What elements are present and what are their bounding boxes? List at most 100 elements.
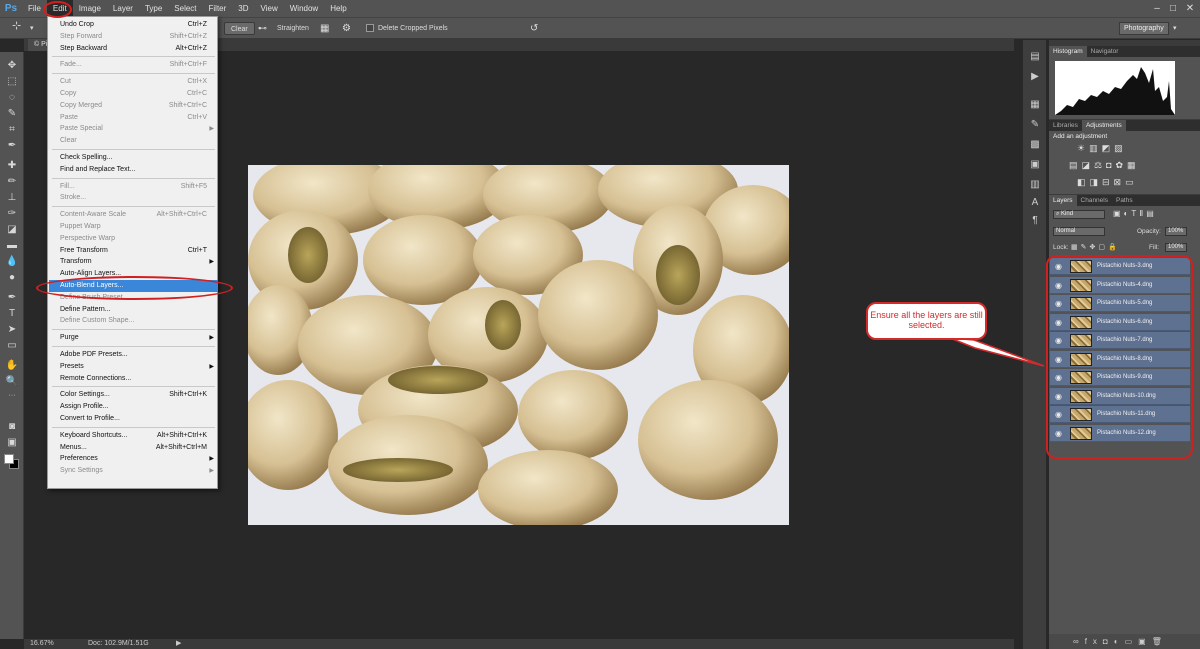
menu-select[interactable]: Select — [168, 0, 202, 17]
more-tools-icon[interactable]: ··· — [5, 388, 19, 402]
layer-filter-select[interactable]: ⌕ Kind — [1053, 210, 1105, 219]
dodge-tool-icon[interactable]: ● — [5, 270, 19, 284]
menu-item-content-aware-scale[interactable]: Content-Aware Scale Alt+Shift+Ctrl+C — [49, 209, 218, 221]
screen-mode-icon[interactable]: ▣ — [5, 435, 19, 449]
clear-button[interactable]: Clear — [224, 22, 255, 35]
clone-stamp-icon[interactable]: ⊥ — [5, 190, 19, 204]
workspace-select[interactable]: Photography — [1119, 22, 1169, 35]
menu-item-define-custom-shape[interactable]: Define Custom Shape... — [49, 315, 218, 327]
maximize-button[interactable]: □ — [1166, 0, 1180, 17]
crop-tool-icon[interactable]: ⌗ — [5, 122, 19, 136]
brush-panel-icon[interactable]: ✎ — [1028, 118, 1042, 132]
tab-adjustments[interactable]: Adjustments — [1081, 120, 1126, 131]
layers-footer-icons[interactable]: ∞fx◘◐▭▣🗑 — [1049, 634, 1200, 649]
layer-filter-icons[interactable]: ▣◐TⅡ▤ — [1113, 209, 1157, 218]
eyedropper-icon[interactable]: ✒ — [5, 138, 19, 152]
close-button[interactable]: ✕ — [1183, 0, 1197, 17]
menu-item-color-settings[interactable]: Color Settings... Shift+Ctrl+K — [49, 389, 218, 401]
blur-tool-icon[interactable]: 💧 — [5, 254, 19, 268]
lock-icons[interactable]: ▦✎✥▢🔒 — [1071, 243, 1120, 251]
blend-mode-select[interactable]: Normal — [1053, 227, 1105, 236]
menu-item-transform[interactable]: Transform ▶ — [49, 256, 218, 268]
adjustment-icons-row3[interactable]: ◧◨⊟⊠▭ — [1077, 177, 1138, 188]
tab-layers[interactable]: Layers — [1049, 195, 1077, 206]
actions-icon[interactable]: ▶ — [1028, 70, 1042, 84]
minimize-button[interactable]: – — [1150, 0, 1164, 17]
menu-item-paste[interactable]: Paste Ctrl+V — [49, 112, 218, 124]
menu-item-paste-special[interactable]: Paste Special ▶ — [49, 123, 218, 135]
menu-item-assign-profile[interactable]: Assign Profile... — [49, 401, 218, 413]
paragraph-icon[interactable]: ¶ — [1028, 214, 1042, 228]
hand-tool-icon[interactable]: ✋ — [5, 358, 19, 372]
menu-item-free-transform[interactable]: Free Transform Ctrl+T — [49, 245, 218, 257]
menu-item-sync-settings[interactable]: Sync Settings ▶ — [49, 465, 218, 477]
checkbox-box[interactable] — [366, 24, 374, 33]
quick-select-icon[interactable]: ✎ — [5, 106, 19, 120]
styles-icon[interactable]: ▥ — [1028, 178, 1042, 192]
healing-brush-icon[interactable]: ✚ — [5, 158, 19, 172]
shape-tool-icon[interactable]: ▭ — [5, 338, 19, 352]
menu-item-stroke[interactable]: Stroke... — [49, 192, 218, 204]
menu-item-cut[interactable]: Cut Ctrl+X — [49, 76, 218, 88]
menu-item-copy[interactable]: Copy Ctrl+C — [49, 88, 218, 100]
menu-item-define-pattern[interactable]: Define Pattern... — [49, 304, 218, 316]
gradient-tool-icon[interactable]: ▬ — [5, 238, 19, 252]
straighten-icon[interactable]: ⊷ — [258, 22, 267, 35]
menu-item-undo-crop[interactable]: Undo Crop Ctrl+Z — [49, 19, 218, 31]
menu-item-menus[interactable]: Menus... Alt+Shift+Ctrl+M — [49, 442, 218, 454]
swatches-icon[interactable]: ▩ — [1028, 138, 1042, 152]
zoom-tool-icon[interactable]: 🔍 — [5, 374, 19, 388]
warning-icon[interactable]: ⚠ — [1163, 65, 1171, 76]
grid-overlay-icon[interactable]: ▦ — [320, 22, 329, 35]
character-icon[interactable]: A — [1028, 196, 1042, 210]
menu-item-perspective-warp[interactable]: Perspective Warp — [49, 233, 218, 245]
menu-item-preferences[interactable]: Preferences ▶ — [49, 453, 218, 465]
path-select-icon[interactable]: ➤ — [5, 322, 19, 336]
menu-type[interactable]: Type — [139, 0, 168, 17]
tab-channels[interactable]: Channels — [1077, 195, 1112, 206]
menu-item-convert-to-profile[interactable]: Convert to Profile... — [49, 413, 218, 425]
eraser-icon[interactable]: ◪ — [5, 222, 19, 236]
opacity-input[interactable]: 100% — [1165, 227, 1187, 236]
menu-item-puppet-warp[interactable]: Puppet Warp — [49, 221, 218, 233]
reset-icon[interactable]: ↺ — [530, 22, 538, 35]
menu-item-fill[interactable]: Fill... Shift+F5 — [49, 181, 218, 193]
quick-mask-icon[interactable]: ◙ — [5, 419, 19, 433]
history-icon[interactable]: ▤ — [1028, 50, 1042, 64]
menu-view[interactable]: View — [255, 0, 284, 17]
menu-window[interactable]: Window — [284, 0, 324, 17]
menu-item-find-and-replace-text[interactable]: Find and Replace Text... — [49, 164, 218, 176]
lasso-tool-icon[interactable]: ◌ — [5, 90, 19, 104]
history-brush-icon[interactable]: ✑ — [5, 206, 19, 220]
status-arrow-icon[interactable]: ▶ — [176, 639, 181, 649]
tab-paths[interactable]: Paths — [1112, 195, 1137, 206]
menu-item-step-backward[interactable]: Step Backward Alt+Ctrl+Z — [49, 43, 218, 55]
menu-image[interactable]: Image — [73, 0, 107, 17]
menu-item-remote-connections[interactable]: Remote Connections... — [49, 373, 218, 385]
zoom-level[interactable]: 16.67% — [30, 639, 54, 649]
adjustment-icons-row2[interactable]: ▤◪⚖◘✿▦ — [1069, 160, 1140, 171]
adjustment-icons-row1[interactable]: ☀▥◩▨ — [1077, 143, 1127, 154]
tab-navigator[interactable]: Navigator — [1087, 46, 1123, 57]
pen-tool-icon[interactable]: ✒ — [5, 290, 19, 304]
straighten-button[interactable]: Straighten — [277, 22, 309, 35]
menu-filter[interactable]: Filter — [203, 0, 233, 17]
move-tool-icon[interactable]: ✥ — [5, 58, 19, 72]
chevron-down-icon[interactable]: ▾ — [1173, 22, 1177, 35]
foreground-color-swatch[interactable] — [4, 454, 14, 464]
crop-icon[interactable]: ⊹ — [12, 20, 21, 33]
menu-help[interactable]: Help — [324, 0, 352, 17]
tab-histogram[interactable]: Histogram — [1049, 46, 1087, 57]
color-swatches[interactable] — [4, 454, 20, 470]
menu-3d[interactable]: 3D — [232, 0, 254, 17]
gear-icon[interactable]: ⚙ — [342, 22, 351, 35]
menu-item-step-forward[interactable]: Step Forward Shift+Ctrl+Z — [49, 31, 218, 43]
menu-layer[interactable]: Layer — [107, 0, 139, 17]
fill-input[interactable]: 100% — [1165, 243, 1187, 252]
menu-item-check-spelling[interactable]: Check Spelling... — [49, 152, 218, 164]
menu-item-keyboard-shortcuts[interactable]: Keyboard Shortcuts... Alt+Shift+Ctrl+K — [49, 430, 218, 442]
menu-item-adobe-pdf-presets[interactable]: Adobe PDF Presets... — [49, 349, 218, 361]
menu-item-purge[interactable]: Purge ▶ — [49, 332, 218, 344]
info-icon[interactable]: ▣ — [1028, 158, 1042, 172]
tool-preset-chevron-icon[interactable]: ▾ — [30, 22, 34, 35]
